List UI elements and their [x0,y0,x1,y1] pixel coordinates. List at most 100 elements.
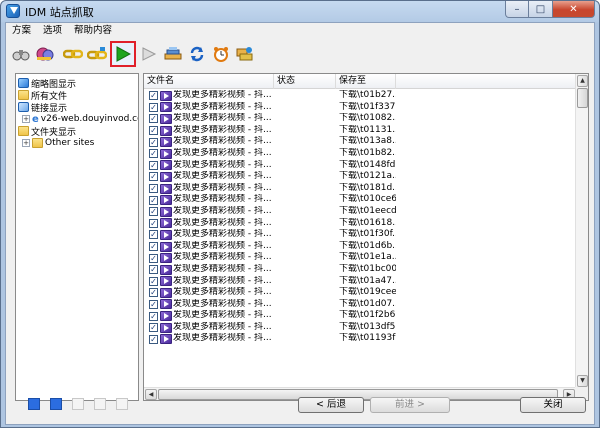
tree-item-folders[interactable]: 文件夹显示 [18,125,136,138]
column-save-to[interactable]: 保存至 [336,74,396,89]
filename-cell: ✓ 发现更多精彩视频 - 抖... [144,125,274,137]
back-button[interactable]: < 后退 [298,397,364,413]
table-row[interactable]: ✓ 发现更多精彩视频 - 抖... 下载\t01bc00... [144,264,576,276]
row-checkbox[interactable]: ✓ [149,288,158,298]
window-title: IDM 站点抓取 [25,6,94,19]
video-file-icon [160,137,172,148]
tree-item-thumbnails[interactable]: 缩略图显示 [18,77,136,90]
next-button[interactable]: 前进 > [370,397,450,413]
row-checkbox[interactable]: ✓ [149,323,158,333]
menu-item-help[interactable]: 帮助内容 [68,24,118,38]
maximize-button[interactable]: □ [529,1,553,18]
row-checkbox[interactable]: ✓ [149,265,158,275]
close-window-button[interactable]: ✕ [553,1,595,18]
binoculars-button[interactable] [10,43,32,65]
row-checkbox[interactable]: ✓ [149,218,158,228]
row-checkbox[interactable]: ✓ [149,184,158,194]
row-checkbox[interactable]: ✓ [149,195,158,205]
row-checkbox[interactable]: ✓ [149,102,158,112]
table-row[interactable]: ✓ 发现更多精彩视频 - 抖... 下载\t01f2b6... [144,310,576,322]
scroll-up-icon[interactable]: ▲ [577,75,588,87]
row-checkbox[interactable]: ✓ [149,114,158,124]
refresh-button[interactable] [186,43,208,65]
scroll-thumb[interactable] [577,88,588,108]
row-checkbox[interactable]: ✓ [149,137,158,147]
stop-button[interactable] [138,43,160,65]
table-row[interactable]: ✓ 发现更多精彩视频 - 抖... 下载\t01f337... [144,102,576,114]
list-rows: ✓ 发现更多精彩视频 - 抖... 下载\t01b27... ✓ 发现更多精彩视频 - … [144,90,576,345]
wizard-step-indicator [50,398,62,410]
status-cell [274,287,336,299]
row-checkbox[interactable]: ✓ [149,311,158,321]
table-row[interactable]: ✓ 发现更多精彩视频 - 抖... 下载\t01a47... [144,276,576,288]
scroll-left-icon[interactable]: ◀ [145,389,157,400]
table-row[interactable]: ✓ 发现更多精彩视频 - 抖... 下载\t01e1a... [144,252,576,264]
status-cell [274,218,336,230]
scroll-down-icon[interactable]: ▼ [577,375,588,387]
tree-item-all-files[interactable]: 所有文件 [18,89,136,102]
open-project-button[interactable] [34,43,56,65]
expand-icon[interactable]: + [22,115,30,123]
expand-icon[interactable]: + [22,139,30,147]
table-row[interactable]: ✓ 发现更多精彩视频 - 抖... 下载\t013a8... [144,136,576,148]
row-checkbox[interactable]: ✓ [149,91,158,101]
table-row[interactable]: ✓ 发现更多精彩视频 - 抖... 下载\t010ce6... [144,194,576,206]
row-checkbox[interactable]: ✓ [149,149,158,159]
table-row[interactable]: ✓ 发现更多精彩视频 - 抖... 下载\t01f30f... [144,229,576,241]
table-row[interactable]: ✓ 发现更多精彩视频 - 抖... 下载\t01b27... [144,90,576,102]
vertical-scrollbar[interactable]: ▲ ▼ [575,74,588,388]
status-cell [274,276,336,288]
start-play-icon [116,46,131,62]
table-row[interactable]: ✓ 发现更多精彩视频 - 抖... 下载\t013df5... [144,322,576,334]
table-row[interactable]: ✓ 发现更多精彩视频 - 抖... 下载\t01b82... [144,148,576,160]
row-checkbox[interactable]: ✓ [149,126,158,136]
row-checkbox[interactable]: ✓ [149,334,158,344]
minimize-button[interactable]: – [505,1,529,18]
table-row[interactable]: ✓ 发现更多精彩视频 - 抖... 下载\t0181d... [144,183,576,195]
filename-cell: ✓ 发现更多精彩视频 - 抖... [144,136,274,148]
add-to-queue-button[interactable] [234,43,256,65]
save-to-cell: 下载\t0181d... [339,182,396,193]
chain-links-add-button[interactable] [86,43,108,65]
row-checkbox[interactable]: ✓ [149,253,158,263]
column-status[interactable]: 状态 [274,74,336,89]
chain-links-button[interactable] [62,43,84,65]
column-filename[interactable]: 文件名 [144,74,274,89]
thumbnail-icon [18,78,29,88]
row-checkbox[interactable]: ✓ [149,242,158,252]
row-checkbox[interactable]: ✓ [149,172,158,182]
video-file-icon [160,171,172,182]
table-row[interactable]: ✓ 发现更多精彩视频 - 抖... 下载\t0148fd... [144,160,576,172]
pipeline-button[interactable] [162,43,184,65]
tree-item-other-sites[interactable]: + Other sites [18,137,136,149]
add-to-queue-icon [236,47,253,61]
save-to-cell: 下载\t01d6b... [339,240,396,251]
tree-item-douyinvod[interactable]: + e v26-web.douyinvod.com [18,113,138,125]
schedule-button[interactable] [210,43,232,65]
row-checkbox[interactable]: ✓ [149,299,158,309]
title-bar[interactable]: IDM 站点抓取 – □ ✕ [1,1,599,21]
wizard-step-indicator [28,398,40,410]
save-to-cell: 下载\t01f337... [339,101,396,112]
table-row[interactable]: ✓ 发现更多精彩视频 - 抖... 下载\t01d07... [144,299,576,311]
menu-item-options[interactable]: 选项 [37,24,68,38]
table-row[interactable]: ✓ 发现更多精彩视频 - 抖... 下载\t01d6b... [144,241,576,253]
row-checkbox[interactable]: ✓ [149,276,158,286]
menu-item-scheme[interactable]: 方案 [6,24,37,38]
row-checkbox[interactable]: ✓ [149,160,158,170]
table-row[interactable]: ✓ 发现更多精彩视频 - 抖... 下载\t019cee... [144,287,576,299]
table-row[interactable]: ✓ 发现更多精彩视频 - 抖... 下载\t0121a... [144,171,576,183]
start-button[interactable] [110,41,136,67]
tree-item-links[interactable]: 链接显示 [18,101,136,114]
table-row[interactable]: ✓ 发现更多精彩视频 - 抖... 下载\t01618... [144,218,576,230]
idm-site-grabber-window: IDM 站点抓取 – □ ✕ 方案 选项 帮助内容 缩略图显示 所有文件 链接显… [0,0,600,428]
row-checkbox[interactable]: ✓ [149,207,158,217]
row-checkbox[interactable]: ✓ [149,230,158,240]
close-button[interactable]: 关闭 [520,397,586,413]
video-file-icon [160,311,172,322]
table-row[interactable]: ✓ 发现更多精彩视频 - 抖... 下载\t01193f3... [144,333,576,345]
table-row[interactable]: ✓ 发现更多精彩视频 - 抖... 下载\t01eecd... [144,206,576,218]
video-file-icon [160,253,172,264]
table-row[interactable]: ✓ 发现更多精彩视频 - 抖... 下载\t01131... [144,125,576,137]
table-row[interactable]: ✓ 发现更多精彩视频 - 抖... 下载\t01082... [144,113,576,125]
